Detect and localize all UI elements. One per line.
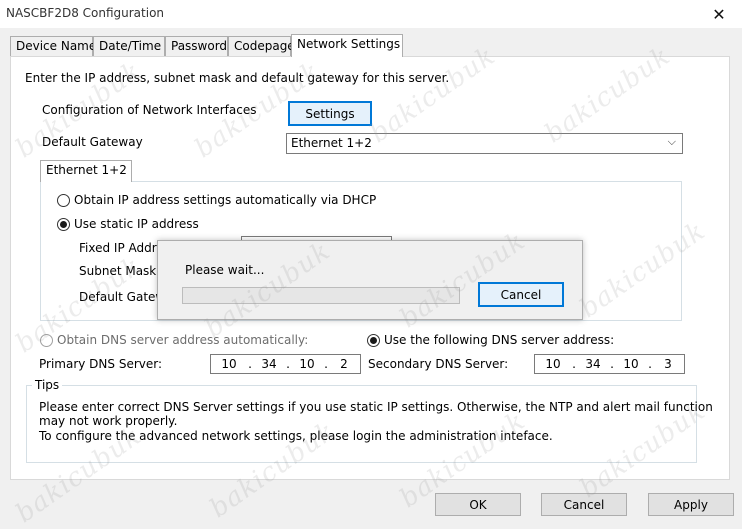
dns-auto-radio-label: Obtain DNS server address automatically:: [57, 333, 309, 347]
tips-line-1: Please enter correct DNS Server settings…: [39, 400, 713, 414]
cancel-button[interactable]: Cancel: [541, 493, 627, 516]
tab-network-settings[interactable]: Network Settings: [291, 34, 403, 57]
static-ip-radio-indicator[interactable]: [57, 217, 70, 231]
default-gateway-label: Default Gateway: [42, 135, 143, 149]
dns-auto-radio-indicator[interactable]: [40, 333, 53, 347]
dns-manual-radio[interactable]: Use the following DNS server address:: [367, 333, 614, 347]
please-wait-message: Please wait...: [185, 263, 265, 277]
tab-ethernet-1-2[interactable]: Ethernet 1+2: [40, 160, 132, 182]
primary-dns-octet-3: 10: [299, 357, 315, 371]
secondary-dns-label: Secondary DNS Server:: [368, 357, 509, 371]
secondary-dns-input[interactable]: 10. 34. 10. 3: [534, 354, 685, 374]
secondary-dns-octet-1: 10: [545, 357, 561, 371]
tips-line-2: may not work properly.: [39, 414, 178, 428]
please-wait-dialog: Please wait... Cancel: [157, 240, 583, 320]
secondary-dns-octet-4: 3: [664, 357, 672, 371]
close-button[interactable]: ✕: [696, 0, 742, 28]
dhcp-radio-label: Obtain IP address settings automatically…: [74, 193, 377, 207]
ok-button[interactable]: OK: [435, 493, 521, 516]
fixed-ip-label: Fixed IP Addre: [79, 241, 164, 255]
dns-manual-radio-indicator[interactable]: [367, 333, 380, 347]
default-gateway-value: Ethernet 1+2: [291, 136, 372, 150]
window-title: NASCBF2D8 Configuration: [6, 6, 165, 20]
primary-dns-input[interactable]: 10. 34. 10. 2: [210, 354, 361, 374]
close-icon: ✕: [712, 4, 726, 24]
static-ip-radio[interactable]: Use static IP address: [57, 217, 199, 231]
tab-device-name[interactable]: Device Name: [10, 36, 96, 56]
dhcp-radio[interactable]: Obtain IP address settings automatically…: [57, 193, 376, 207]
secondary-dns-octet-2: 34: [585, 357, 601, 371]
dns-manual-radio-label: Use the following DNS server address:: [384, 333, 615, 347]
secondary-dns-octet-3: 10: [623, 357, 639, 371]
config-interfaces-label: Configuration of Network Interfaces: [42, 103, 257, 117]
settings-button[interactable]: Settings: [288, 101, 372, 126]
tab-password[interactable]: Password: [165, 36, 228, 56]
modal-cancel-button[interactable]: Cancel: [478, 282, 564, 307]
title-bar: NASCBF2D8 Configuration ✕: [0, 0, 742, 28]
ip-default-gateway-label: Default Gatew: [79, 290, 166, 304]
tab-date-time[interactable]: Date/Time: [93, 36, 165, 56]
primary-dns-octet-4: 2: [340, 357, 348, 371]
chevron-down-icon: ⌵: [667, 135, 676, 148]
dns-auto-radio[interactable]: Obtain DNS server address automatically:: [40, 333, 308, 347]
subnet-mask-label: Subnet Mask:: [79, 264, 161, 278]
primary-dns-label: Primary DNS Server:: [39, 357, 163, 371]
static-ip-radio-label: Use static IP address: [74, 217, 199, 231]
apply-button[interactable]: Apply: [648, 493, 734, 516]
default-gateway-select[interactable]: Ethernet 1+2 ⌵: [286, 133, 683, 154]
primary-dns-octet-2: 34: [261, 357, 277, 371]
tab-codepage[interactable]: Codepage: [228, 36, 295, 56]
dhcp-radio-indicator[interactable]: [57, 193, 70, 207]
tips-title: Tips: [32, 378, 63, 392]
please-wait-progress-bar: [182, 287, 460, 304]
network-intro-text: Enter the IP address, subnet mask and de…: [25, 71, 450, 85]
tips-line-3: To configure the advanced network settin…: [39, 429, 553, 443]
primary-dns-octet-1: 10: [221, 357, 237, 371]
